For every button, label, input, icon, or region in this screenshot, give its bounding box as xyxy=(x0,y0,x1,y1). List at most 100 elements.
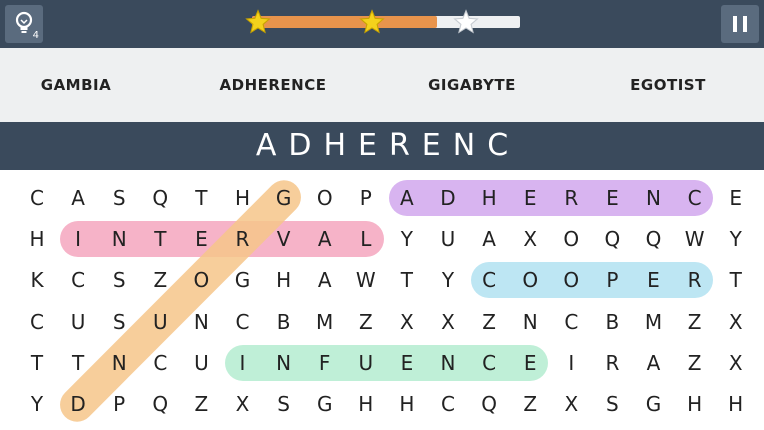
grid-letter[interactable]: N xyxy=(264,343,304,383)
grid-letter[interactable]: X xyxy=(716,302,756,342)
grid-letter[interactable]: S xyxy=(99,178,139,218)
grid-letter[interactable]: C xyxy=(140,343,180,383)
grid-letter[interactable]: U xyxy=(346,343,386,383)
grid-letter[interactable]: I xyxy=(58,219,98,259)
grid-letter[interactable]: H xyxy=(346,384,386,424)
grid-letter[interactable]: S xyxy=(99,302,139,342)
grid-letter[interactable]: F xyxy=(305,343,345,383)
grid-letter[interactable]: N xyxy=(99,219,139,259)
grid-letter[interactable]: E xyxy=(634,260,674,300)
grid-letter[interactable]: N xyxy=(181,302,221,342)
grid-letter[interactable]: Q xyxy=(634,219,674,259)
grid-letter[interactable]: C xyxy=(58,260,98,300)
grid-letter[interactable]: M xyxy=(634,302,674,342)
grid-letter[interactable]: R xyxy=(551,178,591,218)
grid-letter[interactable]: P xyxy=(99,384,139,424)
grid-letter[interactable]: P xyxy=(592,260,632,300)
grid-letter[interactable]: A xyxy=(58,178,98,218)
grid-letter[interactable]: C xyxy=(17,178,57,218)
grid-letter[interactable]: P xyxy=(346,178,386,218)
grid-letter[interactable]: Z xyxy=(675,302,715,342)
grid-letter[interactable]: E xyxy=(510,178,550,218)
grid-letter[interactable]: C xyxy=(223,302,263,342)
grid-letter[interactable]: T xyxy=(58,343,98,383)
grid-letter[interactable]: B xyxy=(264,302,304,342)
grid-letter[interactable]: G xyxy=(305,384,345,424)
grid-letter[interactable]: A xyxy=(387,178,427,218)
grid-letter[interactable]: B xyxy=(592,302,632,342)
grid-letter[interactable]: E xyxy=(592,178,632,218)
grid-letter[interactable]: E xyxy=(510,343,550,383)
grid-letter[interactable]: C xyxy=(469,343,509,383)
grid-letter[interactable]: T xyxy=(140,219,180,259)
grid-letter[interactable]: Z xyxy=(181,384,221,424)
grid-letter[interactable]: T xyxy=(387,260,427,300)
grid-letter[interactable]: X xyxy=(428,302,468,342)
grid-letter[interactable]: C xyxy=(675,178,715,218)
grid-letter[interactable]: X xyxy=(387,302,427,342)
grid-letter[interactable]: U xyxy=(181,343,221,383)
grid-letter[interactable]: Q xyxy=(140,178,180,218)
pause-button[interactable] xyxy=(721,5,759,43)
grid-letter[interactable]: R xyxy=(223,219,263,259)
grid-letter[interactable]: N xyxy=(510,302,550,342)
grid-letter[interactable]: R xyxy=(675,260,715,300)
hint-button[interactable]: 4 xyxy=(5,5,43,43)
grid-letter[interactable]: H xyxy=(264,260,304,300)
grid-letter[interactable]: Z xyxy=(140,260,180,300)
grid-letter[interactable]: K xyxy=(17,260,57,300)
grid-letter[interactable]: C xyxy=(17,302,57,342)
grid-letter[interactable]: O xyxy=(551,260,591,300)
grid-letter[interactable]: C xyxy=(551,302,591,342)
grid-letter[interactable]: D xyxy=(58,384,98,424)
grid-letter[interactable]: Y xyxy=(17,384,57,424)
grid-letter[interactable]: H xyxy=(17,219,57,259)
grid-letter[interactable]: C xyxy=(469,260,509,300)
grid-letter[interactable]: M xyxy=(305,302,345,342)
grid-letter[interactable]: W xyxy=(346,260,386,300)
grid-letter[interactable]: U xyxy=(58,302,98,342)
grid-letter[interactable]: Q xyxy=(469,384,509,424)
grid-letter[interactable]: G xyxy=(264,178,304,218)
grid-letter[interactable]: V xyxy=(264,219,304,259)
grid-letter[interactable]: E xyxy=(387,343,427,383)
letter-grid[interactable]: CASQTHGOPADHERENCEHINTERVALYUAXOQQWYKCSZ… xyxy=(0,170,764,430)
grid-letter[interactable]: H xyxy=(469,178,509,218)
grid-letter[interactable]: D xyxy=(428,178,468,218)
grid-letter[interactable]: H xyxy=(675,384,715,424)
grid-letter[interactable]: X xyxy=(551,384,591,424)
grid-letter[interactable]: X xyxy=(223,384,263,424)
grid-letter[interactable]: T xyxy=(181,178,221,218)
grid-letter[interactable]: G xyxy=(223,260,263,300)
grid-letter[interactable]: U xyxy=(140,302,180,342)
grid-letter[interactable]: N xyxy=(634,178,674,218)
grid-letter[interactable]: H xyxy=(387,384,427,424)
grid-letter[interactable]: Q xyxy=(592,219,632,259)
grid-letter[interactable]: Z xyxy=(675,343,715,383)
grid-letter[interactable]: S xyxy=(592,384,632,424)
grid-letter[interactable]: G xyxy=(634,384,674,424)
grid-letter[interactable]: Y xyxy=(387,219,427,259)
grid-letter[interactable]: Z xyxy=(346,302,386,342)
grid-letter[interactable]: N xyxy=(99,343,139,383)
grid-letter[interactable]: Q xyxy=(140,384,180,424)
grid-letter[interactable]: A xyxy=(469,219,509,259)
grid-letter[interactable]: Z xyxy=(510,384,550,424)
grid-letter[interactable]: Z xyxy=(469,302,509,342)
grid-letter[interactable]: O xyxy=(551,219,591,259)
grid-letter[interactable]: Y xyxy=(428,260,468,300)
grid-letter[interactable]: A xyxy=(305,260,345,300)
grid-letter[interactable]: O xyxy=(510,260,550,300)
grid-letter[interactable]: A xyxy=(634,343,674,383)
grid-letter[interactable]: O xyxy=(305,178,345,218)
grid-letter[interactable]: I xyxy=(223,343,263,383)
grid-letter[interactable]: I xyxy=(551,343,591,383)
grid-letter[interactable]: H xyxy=(223,178,263,218)
grid-letter[interactable]: E xyxy=(716,178,756,218)
grid-letter[interactable]: R xyxy=(592,343,632,383)
grid-letter[interactable]: S xyxy=(99,260,139,300)
grid-letter[interactable]: A xyxy=(305,219,345,259)
grid-letter[interactable]: H xyxy=(716,384,756,424)
grid-letter[interactable]: T xyxy=(17,343,57,383)
grid-letter[interactable]: E xyxy=(181,219,221,259)
